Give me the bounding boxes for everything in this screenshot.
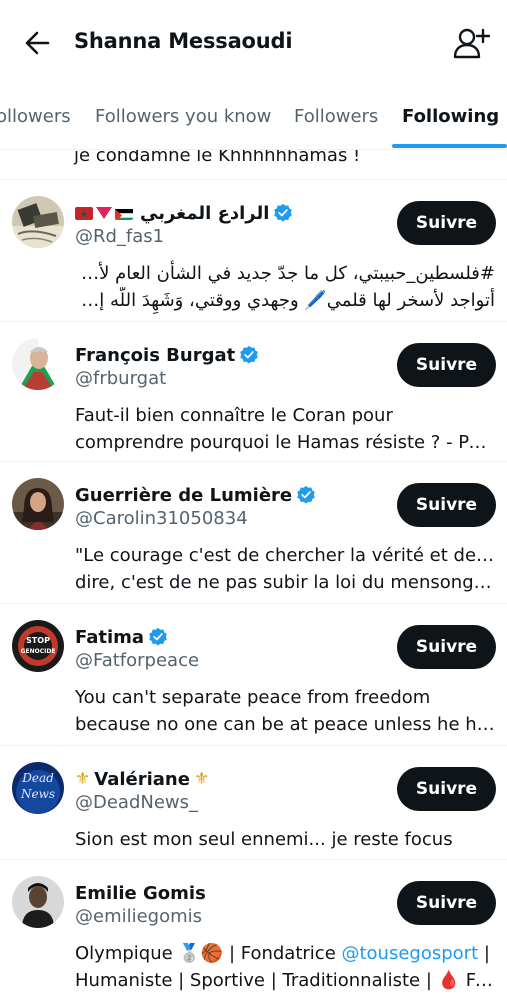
user-bio: Olympique 🥈🏀 | Fondatrice @tousegosport …: [75, 940, 495, 994]
tab-followers-you-know[interactable]: Followers you know: [95, 106, 271, 127]
avatar[interactable]: [12, 876, 64, 928]
verified-badge-icon: [149, 627, 167, 646]
follow-button[interactable]: Suivre: [397, 881, 496, 925]
avatar[interactable]: [12, 478, 64, 530]
user-handle: @emiliegomis: [75, 906, 203, 927]
following-list: je condamne le Khhhhhhamas ! الرادع المغ…: [0, 150, 507, 1000]
tab-following[interactable]: Following: [402, 106, 499, 127]
follow-button[interactable]: Suivre: [397, 343, 496, 387]
bio-line: Humaniste | Sportive | Traditionnaliste …: [75, 970, 495, 991]
user-name[interactable]: Emilie Gomis: [75, 883, 206, 904]
top-bar: Shanna Messaoudi: [0, 0, 507, 86]
user-bio: "Le courage c'est de chercher la vérité …: [75, 542, 495, 596]
user-row[interactable]: الرادع المغربي @Rd_fas1 Suivre #فلسطين_ح…: [0, 180, 507, 322]
tab-followers[interactable]: Followers: [294, 106, 378, 127]
list-item-partial[interactable]: je condamne le Khhhhhhamas !: [0, 150, 507, 180]
follow-button[interactable]: Suivre: [397, 625, 496, 669]
bio-line: Sion est mon seul ennemi... je reste foc…: [75, 829, 453, 850]
user-handle: @DeadNews_: [75, 792, 199, 813]
user-name[interactable]: Valériane: [94, 769, 190, 790]
verified-badge-icon: [240, 345, 259, 364]
user-bio: You can't separate peace from freedom be…: [75, 684, 495, 738]
user-name[interactable]: الرادع المغربي: [140, 203, 269, 224]
user-handle: @Fatforpeace: [75, 650, 200, 671]
bio-line: Olympique 🥈🏀 | Fondatrice @tousegosport …: [75, 940, 495, 967]
bio-text: je condamne le Khhhhhhamas !: [74, 150, 361, 166]
avatar-text: GENOCIDE: [21, 648, 56, 655]
bio-line: أتواجد لأسخر لها قلمي🖊️ وجهدي ووقتي، وَش…: [75, 290, 495, 311]
bio-text: |: [478, 943, 490, 964]
tab-followers-partial[interactable]: ollowers: [0, 106, 71, 127]
name-line: François Burgat: [75, 342, 259, 368]
user-row[interactable]: Guerrière de Lumière @Carolin31050834 Su…: [0, 462, 507, 604]
user-handle: @Rd_fas1: [75, 226, 165, 247]
name-line: ⚜ Valériane ⚜: [75, 766, 209, 792]
morocco-flag-icon: [75, 206, 93, 220]
avatar-text: Dead: [21, 771, 54, 785]
user-bio: Faut-il bien connaître le Coran pour com…: [75, 402, 495, 456]
name-line: Emilie Gomis: [75, 880, 206, 906]
user-name[interactable]: Guerrière de Lumière: [75, 485, 292, 506]
bio-line: comprendre pourquoi le Hamas résiste ? -…: [75, 432, 495, 453]
user-row[interactable]: STOP GENOCIDE Fatima @Fatforpeace Suivre…: [0, 604, 507, 746]
user-row[interactable]: Emilie Gomis @emiliegomis Suivre Olympiq…: [0, 860, 507, 1000]
user-name[interactable]: Fatima: [75, 627, 144, 648]
verified-badge-icon: [274, 203, 293, 222]
name-line: Fatima: [75, 624, 168, 650]
tab-bar: ollowers Followers you know Followers Fo…: [0, 86, 507, 150]
fleur-de-lis-icon: ⚜: [193, 769, 210, 789]
user-bio: Sion est mon seul ennemi... je reste foc…: [75, 826, 495, 853]
bio-line: "Le courage c'est de chercher la vérité …: [75, 545, 495, 566]
user-name[interactable]: François Burgat: [75, 345, 235, 366]
avatar[interactable]: [12, 196, 64, 248]
avatar-text: News: [20, 787, 55, 801]
bio-line: Faut-il bien connaître le Coran pour: [75, 405, 393, 426]
add-user-icon[interactable]: [452, 26, 491, 60]
red-triangle-icon: [96, 207, 112, 219]
avatar[interactable]: STOP GENOCIDE: [12, 620, 64, 672]
verified-badge-icon: [297, 485, 315, 504]
fleur-de-lis-icon: ⚜: [75, 769, 91, 789]
user-row[interactable]: François Burgat @frburgat Suivre Faut-il…: [0, 322, 507, 462]
bio-text: Olympique 🥈🏀 | Fondatrice: [75, 943, 342, 964]
name-line: Guerrière de Lumière: [75, 482, 316, 508]
bio-line: because no one can be at peace unless he…: [75, 714, 495, 735]
palestine-flag-icon: [115, 207, 133, 220]
name-line: الرادع المغربي: [75, 200, 293, 226]
follow-button[interactable]: Suivre: [397, 767, 496, 811]
avatar[interactable]: Dead News: [12, 762, 64, 814]
avatar-text: STOP: [26, 636, 50, 645]
user-row[interactable]: Dead News ⚜ Valériane ⚜ @DeadNews_ Suivr…: [0, 746, 507, 860]
bio-line: #فلسطين_حبيبتي، كل ما جدّ جديد في الشأن …: [75, 263, 495, 284]
user-handle: @Carolin31050834: [75, 508, 248, 529]
follow-button[interactable]: Suivre: [397, 201, 496, 245]
user-handle: @frburgat: [75, 368, 167, 389]
avatar[interactable]: [12, 338, 64, 390]
follow-button[interactable]: Suivre: [397, 483, 496, 527]
user-bio: #فلسطين_حبيبتي، كل ما جدّ جديد في الشأن …: [75, 260, 495, 314]
bio-line: dire, c'est de ne pas subir la loi du me…: [75, 572, 495, 593]
bio-line: You can't separate peace from freedom: [75, 687, 431, 708]
active-tab-indicator: [392, 144, 507, 148]
back-arrow-icon[interactable]: [22, 28, 54, 58]
mention-link[interactable]: @tousegosport: [341, 943, 478, 964]
page-title: Shanna Messaoudi: [74, 29, 293, 53]
